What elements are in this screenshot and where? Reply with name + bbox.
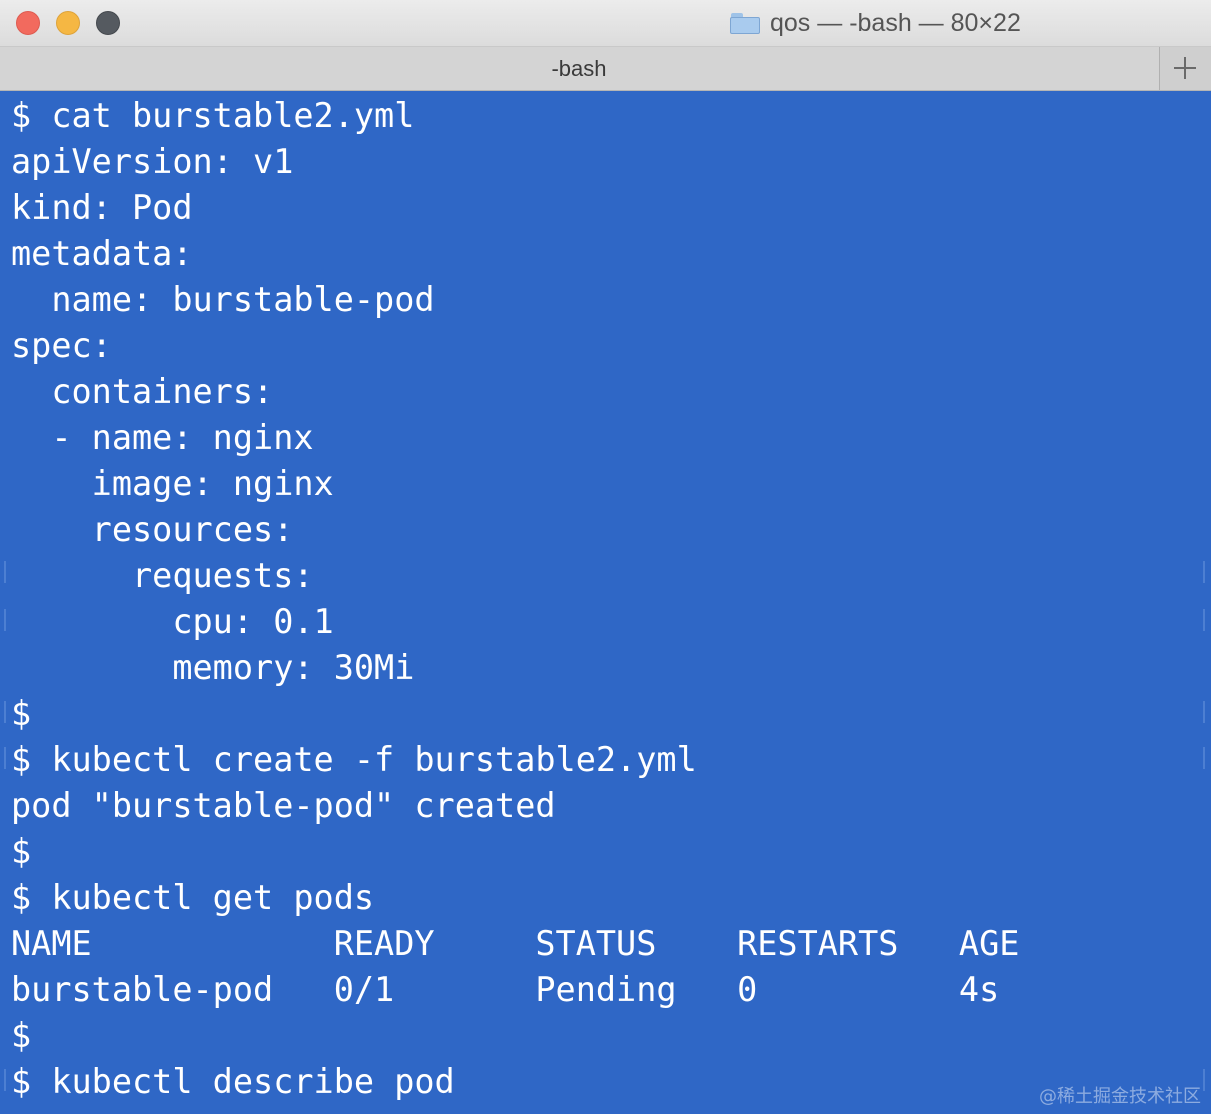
left-edge-marker (4, 561, 6, 583)
left-edge-marker (4, 1069, 6, 1091)
tab-bar: -bash (0, 47, 1211, 91)
right-edge-marker (1203, 561, 1205, 583)
right-edge-marker (1203, 609, 1205, 631)
terminal-line: pod "burstable-pod" created (11, 786, 556, 825)
terminal-line: $ cat burstable2.yml (11, 96, 415, 135)
terminal-line: name: burstable-pod (11, 280, 435, 319)
terminal-line: memory: 30Mi (11, 648, 415, 687)
terminal-line: kind: Pod (11, 188, 193, 227)
window-title: qos — -bash — 80×22 (770, 8, 1021, 37)
terminal-lines: $ cat burstable2.yml apiVersion: v1 kind: … (11, 93, 1019, 1105)
terminal-line: $ kubectl create -f burstable2.yml (11, 740, 697, 779)
terminal-output[interactable]: $ cat burstable2.yml apiVersion: v1 kind: … (0, 91, 1211, 1114)
window-title-group: qos — -bash — 80×22 (730, 8, 1021, 38)
close-button[interactable] (16, 11, 40, 35)
terminal-line: $ (11, 832, 32, 871)
left-edge-marker (4, 701, 6, 723)
terminal-line: $ (11, 694, 32, 733)
folder-icon (730, 12, 760, 34)
terminal-line: $ (11, 1016, 32, 1055)
terminal-line: resources: (11, 510, 294, 549)
terminal-line: image: nginx (11, 464, 334, 503)
left-edge-marker (4, 609, 6, 631)
terminal-line: - name: nginx (11, 418, 314, 457)
terminal-line: containers: (11, 372, 274, 411)
terminal-line: cpu: 0.1 (11, 602, 334, 641)
right-edge-marker (1203, 1069, 1205, 1091)
new-tab-button[interactable] (1159, 47, 1211, 90)
watermark: @稀土掘金技术社区 (1039, 1086, 1201, 1107)
left-edge-marker (4, 747, 6, 769)
terminal-line: $ kubectl describe pod (11, 1062, 455, 1101)
terminal-line: $ kubectl get pods (11, 878, 375, 917)
right-edge-marker (1203, 747, 1205, 769)
title-bar[interactable]: qos — -bash — 80×22 (0, 0, 1211, 47)
terminal-line: requests: (11, 556, 314, 595)
terminal-line: apiVersion: v1 (11, 142, 294, 181)
zoom-button[interactable] (96, 11, 120, 35)
terminal-line: metadata: (11, 234, 193, 273)
terminal-line: NAME READY STATUS RESTARTS AGE (11, 924, 1020, 963)
right-edge-marker (1203, 701, 1205, 723)
terminal-line: spec: (11, 326, 112, 365)
tab-label: -bash (551, 55, 607, 81)
terminal-window: qos — -bash — 80×22 -bash $ cat burstabl… (0, 0, 1211, 1114)
tab-bash[interactable]: -bash (0, 47, 1158, 90)
minimize-button[interactable] (56, 11, 80, 35)
terminal-line: burstable-pod 0/1 Pending 0 4s (11, 970, 1000, 1009)
